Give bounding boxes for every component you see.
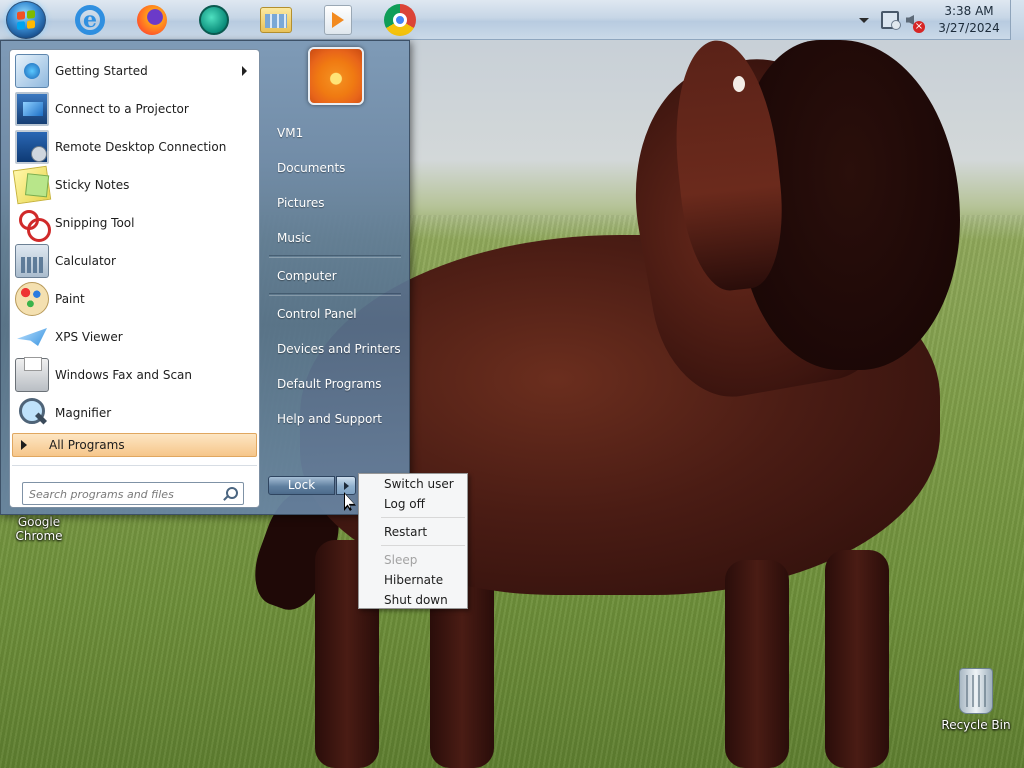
program-label: Sticky Notes (55, 178, 130, 192)
taskbar-app[interactable] (190, 2, 238, 38)
media-player-icon (324, 5, 352, 35)
link-devices-and-printers[interactable]: Devices and Printers (265, 331, 405, 366)
link-help-and-support[interactable]: Help and Support (265, 401, 405, 436)
program-xps-viewer[interactable]: XPS Viewer (12, 318, 257, 356)
snipping-tool-icon (15, 206, 51, 242)
sticky-notes-icon (12, 165, 52, 205)
xps-viewer-icon (15, 320, 49, 354)
program-label: Calculator (55, 254, 116, 268)
program-label: Windows Fax and Scan (55, 368, 193, 382)
user-account-picture[interactable] (308, 47, 364, 105)
folder-icon (260, 7, 292, 33)
link-control-panel[interactable]: Control Panel (265, 296, 405, 331)
program-label: XPS Viewer (55, 330, 123, 344)
system-tray: 3:38 AM 3/27/2024 (856, 0, 1024, 40)
program-snipping-tool[interactable]: Snipping Tool (12, 204, 257, 242)
calculator-icon (15, 244, 49, 278)
horse-blaze (733, 76, 745, 92)
taskbar-firefox[interactable] (128, 2, 176, 38)
taskbar: e 3:38 AM 3/27/2024 (0, 0, 1024, 40)
paint-icon (15, 282, 49, 316)
program-paint[interactable]: Paint (12, 280, 257, 318)
divider (12, 465, 257, 466)
menu-item-log-off[interactable]: Log off (359, 494, 467, 514)
program-getting-started[interactable]: Getting Started (12, 52, 257, 90)
program-connect-to-a-projector[interactable]: Connect to a Projector (12, 90, 257, 128)
menu-item-sleep: Sleep (384, 553, 418, 567)
horse-leg (825, 550, 889, 768)
program-magnifier[interactable]: Magnifier (12, 394, 257, 432)
start-menu: Getting Started Connect to a Projector R… (0, 40, 410, 515)
taskbar-media-player[interactable] (314, 2, 362, 38)
search-icon[interactable] (223, 487, 238, 501)
getting-started-icon (15, 54, 49, 88)
taskbar-windows-explorer[interactable] (252, 2, 300, 38)
desktop-icon-label: Recycle Bin (941, 718, 1011, 732)
remote-desktop-icon (15, 130, 49, 164)
chevron-right-icon (242, 66, 247, 76)
chevron-up-icon (859, 17, 869, 23)
link-pictures[interactable]: Pictures (265, 185, 405, 220)
all-programs-label: All Programs (49, 438, 125, 452)
menu-separator (359, 542, 467, 550)
program-windows-fax-and-scan[interactable]: Windows Fax and Scan (12, 356, 257, 394)
show-desktop-button[interactable] (1010, 0, 1024, 40)
network-icon[interactable] (881, 11, 901, 30)
program-calculator[interactable]: Calculator (12, 242, 257, 280)
teal-app-icon (199, 5, 229, 35)
internet-explorer-icon: e (75, 5, 105, 35)
program-label: Getting Started (55, 64, 148, 78)
fax-scan-icon (15, 357, 49, 392)
projector-icon (15, 92, 49, 126)
link-computer[interactable]: Computer (265, 258, 405, 293)
program-label: Magnifier (55, 406, 112, 420)
link-default-programs[interactable]: Default Programs (265, 366, 405, 401)
program-remote-desktop-connection[interactable]: Remote Desktop Connection (12, 128, 257, 166)
clock-time: 3:38 AM (944, 4, 994, 18)
program-label: Remote Desktop Connection (55, 140, 227, 154)
chevron-right-icon (344, 482, 349, 490)
lock-button[interactable]: Lock (268, 476, 335, 495)
triangle-right-icon (21, 440, 27, 450)
menu-item-switch-user[interactable]: Switch user (359, 474, 467, 494)
link-music[interactable]: Music (265, 220, 405, 255)
search-box[interactable] (22, 482, 244, 505)
menu-item-shut-down[interactable]: Shut down (359, 590, 467, 610)
program-list: Getting Started Connect to a Projector R… (12, 52, 257, 432)
start-menu-links: VM1 Documents Pictures Music Computer Co… (265, 115, 405, 436)
menu-item-restart[interactable]: Restart (359, 522, 467, 542)
show-hidden-icons-button[interactable] (856, 12, 872, 28)
recycle-bin-icon (959, 668, 993, 714)
link-user-folder[interactable]: VM1 (265, 115, 405, 150)
search-input[interactable] (29, 486, 219, 502)
link-documents[interactable]: Documents (265, 150, 405, 185)
mouse-pointer-icon (344, 492, 356, 511)
desktop-icon-google-chrome[interactable]: Google Chrome (8, 515, 70, 543)
volume-muted-icon[interactable] (905, 11, 925, 33)
firefox-icon (137, 5, 167, 35)
program-label: Snipping Tool (55, 216, 135, 230)
menu-separator (359, 514, 467, 522)
desktop-icon-recycle-bin[interactable]: Recycle Bin (940, 668, 1012, 732)
all-programs-button[interactable]: All Programs (12, 433, 257, 457)
desktop-icon-label: Google Chrome (15, 515, 63, 543)
horse-leg (725, 560, 789, 768)
taskbar-google-chrome[interactable] (376, 2, 424, 38)
program-sticky-notes[interactable]: Sticky Notes (12, 165, 257, 205)
taskbar-clock[interactable]: 3:38 AM 3/27/2024 (930, 3, 1008, 37)
clock-date: 3/27/2024 (938, 21, 1000, 35)
program-label: Connect to a Projector (55, 102, 189, 116)
taskbar-internet-explorer[interactable]: e (66, 2, 114, 38)
power-options-menu: Switch user Log off Restart Sleep Hibern… (358, 473, 468, 609)
start-menu-programs-pane: Getting Started Connect to a Projector R… (9, 49, 260, 508)
windows-logo-icon (17, 10, 35, 30)
program-label: Paint (55, 292, 85, 306)
start-button[interactable] (6, 1, 46, 39)
menu-item-hibernate[interactable]: Hibernate (359, 570, 467, 590)
magnifier-icon (15, 396, 49, 430)
chrome-icon (384, 4, 416, 36)
